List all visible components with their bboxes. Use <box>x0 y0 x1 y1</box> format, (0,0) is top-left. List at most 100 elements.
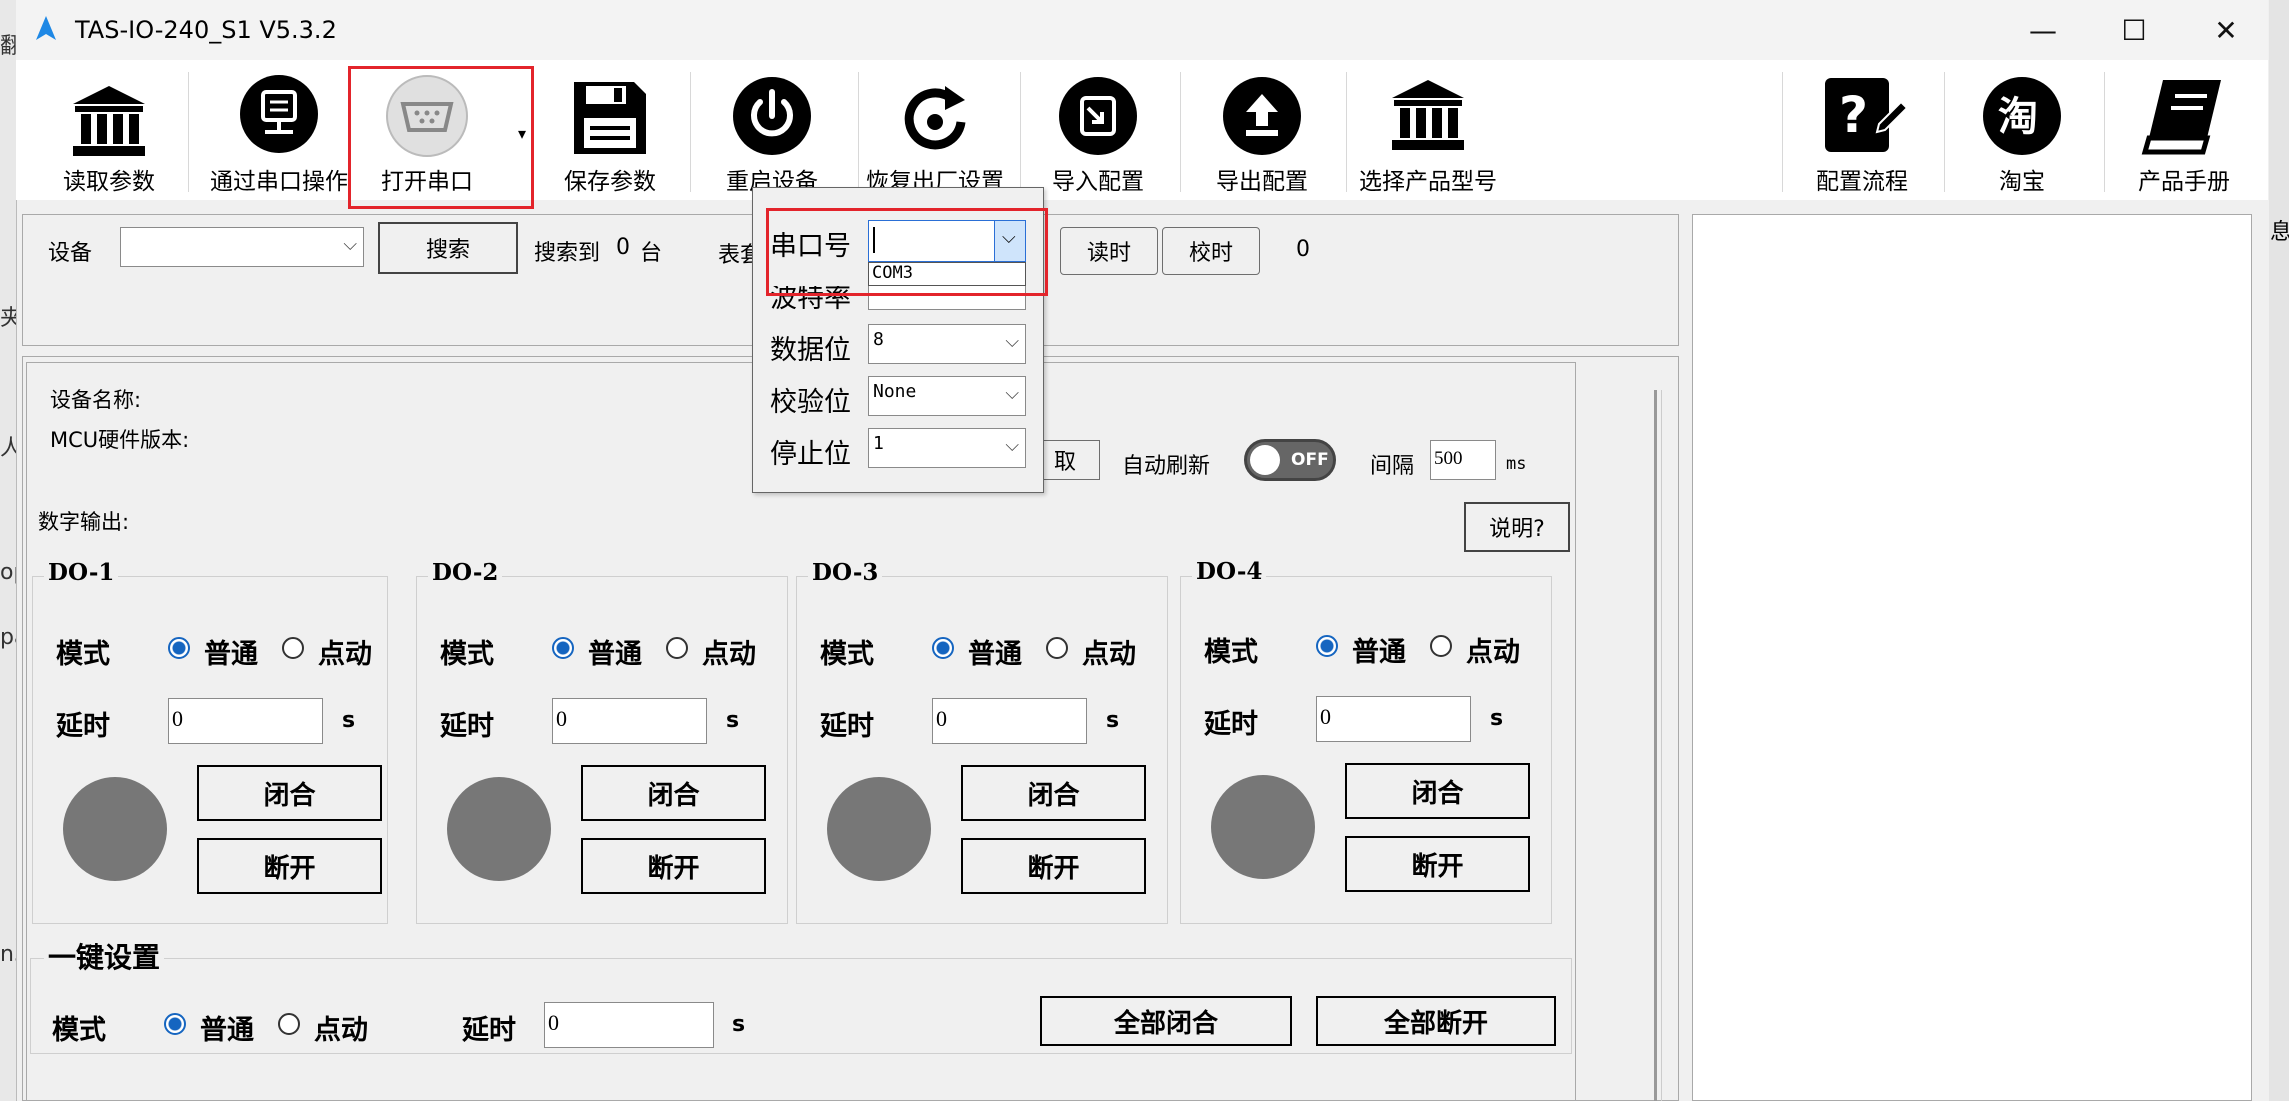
scrollbar[interactable] <box>1654 390 1662 1101</box>
restart-device-button[interactable]: 重启设备 <box>704 70 840 198</box>
toolbar-separator <box>1944 72 1945 192</box>
do2-mode-label: 模式 <box>440 639 494 670</box>
select-model-button[interactable]: 选择产品型号 <box>1354 70 1502 198</box>
chevron-down-icon: ⌵ <box>1005 435 1019 456</box>
do1-status-led <box>63 777 167 881</box>
toolbar-separator <box>1020 72 1021 192</box>
maximize-button[interactable]: ☐ <box>2104 8 2164 52</box>
log-panel <box>1692 214 2252 1101</box>
do1-jog-radio[interactable] <box>282 637 304 659</box>
do1-jog-label: 点动 <box>318 639 372 670</box>
do3-jog-radio[interactable] <box>1046 637 1068 659</box>
one-key-normal-radio[interactable] <box>164 1013 186 1035</box>
help-button[interactable]: 说明? <box>1464 502 1570 552</box>
read-time-button[interactable]: 读时 <box>1060 227 1158 275</box>
minimize-button[interactable]: — <box>2013 8 2073 52</box>
window-title: TAS-IO-240_S1 V5.3.2 <box>75 16 337 44</box>
do2-open-button[interactable]: 断开 <box>581 838 766 894</box>
close-button[interactable]: ✕ <box>2196 8 2256 52</box>
do3-open-button[interactable]: 断开 <box>961 838 1146 894</box>
do1-delay-input[interactable]: 0 <box>168 698 323 744</box>
do3-delay-label: 延时 <box>820 711 874 742</box>
all-close-button[interactable]: 全部闭合 <box>1040 996 1292 1046</box>
do2-delay-label: 延时 <box>440 711 494 742</box>
toolbar-separator <box>2104 72 2105 192</box>
auto-refresh-label: 自动刷新 <box>1122 454 1211 479</box>
one-key-jog-label: 点动 <box>314 1015 368 1046</box>
config-flow-button[interactable]: ? 配置流程 <box>1800 70 1924 198</box>
restore-icon <box>904 86 966 150</box>
sync-time-button[interactable]: 校时 <box>1162 227 1260 275</box>
search-button[interactable]: 搜索 <box>378 222 518 274</box>
one-key-delay-label: 延时 <box>462 1015 516 1046</box>
do4-mode-label: 模式 <box>1204 637 1258 668</box>
do4-jog-radio[interactable] <box>1430 635 1452 657</box>
restore-factory-button[interactable]: 恢复出厂设置 <box>862 70 1008 198</box>
do4-delay-input[interactable]: 0 <box>1316 696 1471 742</box>
do4-title: DO-4 <box>1192 558 1267 585</box>
bank-icon <box>73 86 145 156</box>
chevron-down-icon: ⌵ <box>1005 383 1019 404</box>
do2-jog-radio[interactable] <box>666 637 688 659</box>
do3-status-led <box>827 777 931 881</box>
interval-input[interactable]: 500 <box>1430 440 1496 480</box>
config-flow-label: 配置流程 <box>1816 169 1908 195</box>
open-serial-dropdown-arrow[interactable]: ▾ <box>518 124 526 143</box>
import-config-button[interactable]: 导入配置 <box>1036 70 1160 198</box>
all-open-button[interactable]: 全部断开 <box>1316 996 1556 1046</box>
do3-title: DO-3 <box>808 559 883 586</box>
toggle-knob <box>1250 445 1280 475</box>
floppy-disk-icon <box>574 82 646 154</box>
serial-operation-button[interactable]: 通过串口操作 <box>194 70 364 198</box>
open-serial-button[interactable]: 打开串口 <box>362 70 492 198</box>
databits-select[interactable]: 8 ⌵ <box>868 324 1026 364</box>
bank-icon <box>1392 80 1464 150</box>
chevron-down-icon: ⌵ <box>1005 331 1019 352</box>
do4-jog-label: 点动 <box>1466 637 1520 668</box>
do3-close-button[interactable]: 闭合 <box>961 765 1146 821</box>
do4-open-button[interactable]: 断开 <box>1345 836 1530 892</box>
svg-text:?: ? <box>1839 86 1868 144</box>
manual-button[interactable]: 产品手册 <box>2122 70 2246 198</box>
device-select[interactable]: ⌵ <box>120 227 364 267</box>
toggle-state: OFF <box>1291 450 1329 470</box>
do3-delay-input[interactable]: 0 <box>932 698 1087 744</box>
do3-normal-label: 普通 <box>968 639 1022 670</box>
book-icon <box>2141 80 2221 155</box>
toolbar-separator <box>188 72 189 192</box>
do2-delay-input[interactable]: 0 <box>552 698 707 744</box>
auto-refresh-toggle[interactable]: OFF <box>1244 439 1336 481</box>
export-config-button[interactable]: 导出配置 <box>1200 70 1324 198</box>
chevron-down-icon: ⌵ <box>343 234 357 255</box>
do1-normal-radio[interactable] <box>168 637 190 659</box>
taobao-button[interactable]: 淘 淘宝 <box>1960 70 2084 198</box>
do2-title: DO-2 <box>428 559 503 586</box>
do2-close-button[interactable]: 闭合 <box>581 765 766 821</box>
do1-close-button[interactable]: 闭合 <box>197 765 382 821</box>
read-params-button[interactable]: 读取参数 <box>48 70 170 198</box>
do4-status-led <box>1211 775 1315 879</box>
one-key-delay-input[interactable]: 0 <box>544 1002 714 1048</box>
stopbits-label: 停止位 <box>770 439 851 470</box>
do4-normal-radio[interactable] <box>1316 635 1338 657</box>
one-key-jog-radio[interactable] <box>278 1013 300 1035</box>
do2-normal-label: 普通 <box>588 639 642 670</box>
toolbar-separator <box>858 72 859 192</box>
do1-mode-label: 模式 <box>56 639 110 670</box>
databits-label: 数据位 <box>770 335 851 366</box>
do1-open-button[interactable]: 断开 <box>197 838 382 894</box>
save-params-button[interactable]: 保存参数 <box>548 70 672 198</box>
digital-output-title: 数字输出: <box>38 510 130 534</box>
do2-normal-radio[interactable] <box>552 637 574 659</box>
do3-delay-unit: s <box>1106 708 1120 733</box>
do1-delay-label: 延时 <box>56 711 110 742</box>
stopbits-select[interactable]: 1 ⌵ <box>868 428 1026 468</box>
parity-select[interactable]: None ⌵ <box>868 376 1026 416</box>
found-prefix: 搜索到 <box>534 241 601 266</box>
help-edit-icon: ? <box>1825 78 1907 152</box>
do4-close-button[interactable]: 闭合 <box>1345 763 1530 819</box>
serial-port-icon <box>386 75 468 157</box>
do3-normal-radio[interactable] <box>932 637 954 659</box>
do1-delay-unit: s <box>342 708 356 733</box>
open-serial-label: 打开串口 <box>381 169 473 195</box>
